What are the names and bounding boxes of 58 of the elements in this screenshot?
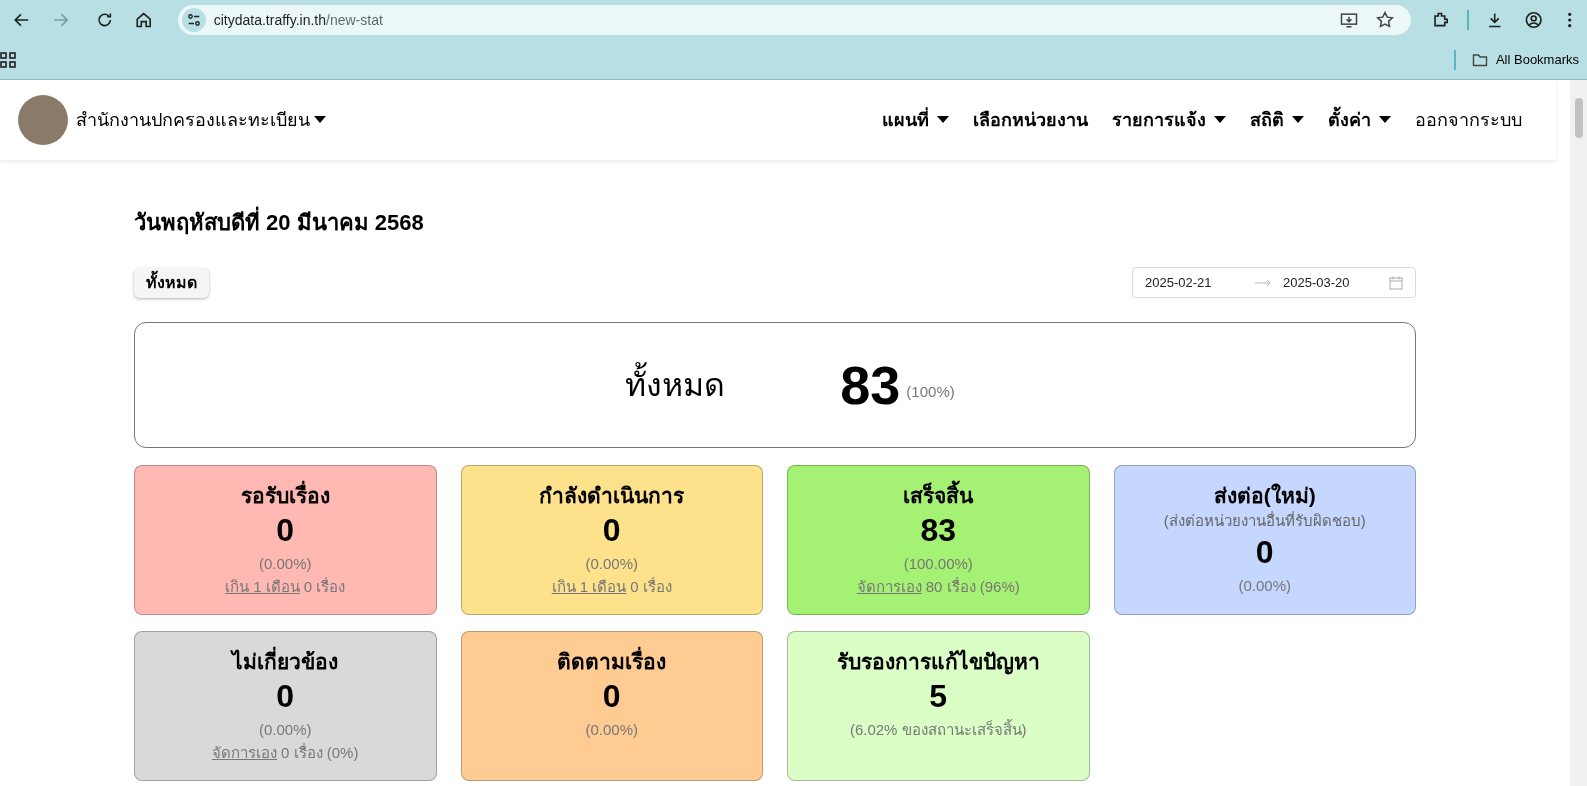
nav-dropdown[interactable]: แผนที่: [882, 106, 949, 134]
card-footer-text: 0 เรื่อง: [630, 576, 672, 597]
folder-icon: [1471, 51, 1488, 68]
nav-dropdown[interactable]: สถิติ: [1250, 106, 1304, 134]
arrow-icon: [1255, 278, 1271, 287]
card-title: เสร็จสิ้น: [903, 482, 974, 510]
nav-dropdown[interactable]: ตั้งค่า: [1328, 106, 1391, 134]
card-percent: (0.00%): [1238, 576, 1291, 596]
url-text: citydata.traffy.in.th/new-stat: [213, 10, 383, 30]
apps-grid-icon[interactable]: [0, 51, 16, 68]
total-label: ทั้งหมด: [625, 361, 726, 409]
profile-icon[interactable]: [1524, 10, 1544, 30]
card-title: รอรับเรื่อง: [240, 482, 330, 510]
card-count: 83: [920, 511, 957, 550]
nav-link[interactable]: เลือกหน่วยงาน: [973, 106, 1088, 134]
address-bar[interactable]: citydata.traffy.in.th/new-stat: [177, 5, 1412, 35]
card-percent: (0.00%): [585, 554, 638, 574]
card-title: ส่งต่อ(ใหม่): [1213, 482, 1316, 509]
card-title: ไม่เกี่ยวข้อง: [232, 648, 339, 676]
caret-icon: [314, 116, 326, 124]
card-subtitle: (ส่งต่อหน่วยงานอื่นที่รับผิดชอบ): [1163, 510, 1366, 531]
card-title: กำลังดำเนินการ: [539, 483, 685, 509]
card-link[interactable]: เกิน 1 เดือน: [551, 576, 627, 598]
card-percent: (100.00%): [903, 554, 973, 574]
card-footer-text: 0 เรื่อง: [303, 576, 346, 597]
all-filter-button[interactable]: ทั้งหมด: [134, 267, 209, 298]
card-percent: (0.00%): [259, 554, 312, 574]
nav-link[interactable]: ออกจากระบบ: [1415, 106, 1522, 134]
card-count: 0: [276, 677, 295, 716]
card-count: 0: [602, 677, 621, 716]
card-percent: (0.00%): [259, 720, 312, 740]
org-dropdown[interactable]: สำนักงานปกครองและทะเบียน: [76, 106, 326, 134]
site-settings-icon[interactable]: [181, 8, 206, 32]
caret-icon: [937, 116, 949, 124]
scrollbar[interactable]: [1570, 80, 1587, 786]
nav-dropdown[interactable]: รายการแจ้ง: [1112, 106, 1226, 134]
card-footer-text: 0 เรื่อง (0%): [281, 742, 359, 763]
card-count: 5: [929, 677, 948, 716]
card-count: 0: [1255, 533, 1274, 572]
card-percent: (6.02% ของสถานะเสร็จสิ้น): [849, 718, 1027, 740]
date-range-picker[interactable]: 2025-02-21 2025-03-20: [1132, 267, 1416, 298]
card-footer-text: 80 เรื่อง (96%): [925, 576, 1020, 597]
avatar: [18, 95, 68, 145]
date-title: วันพฤหัสบดีที่ 20 มีนาคม 2568: [134, 206, 1416, 239]
caret-icon: [1292, 116, 1304, 124]
total-percent: (100%): [906, 381, 955, 402]
card-count: 0: [602, 511, 621, 550]
home-icon[interactable]: [134, 10, 154, 30]
card-percent: (0.00%): [585, 720, 638, 740]
caret-icon: [1214, 116, 1226, 124]
star-icon[interactable]: [1375, 10, 1396, 30]
install-app-icon[interactable]: [1339, 10, 1360, 30]
total-count: 83: [840, 353, 901, 417]
caret-icon: [1379, 116, 1391, 124]
card-count: 0: [276, 511, 295, 550]
all-bookmarks-button[interactable]: All Bookmarks: [1471, 49, 1587, 70]
card-title: รับรองการแก้ไขปัญหา: [836, 648, 1040, 676]
card-title: ติดตามเรื่อง: [557, 648, 667, 676]
